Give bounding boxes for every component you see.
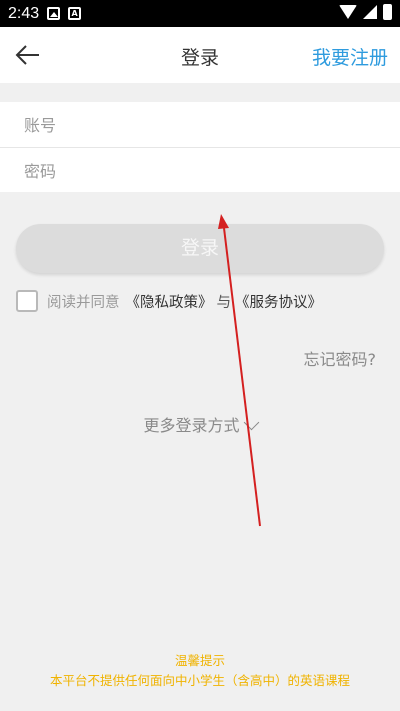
account-field: [0, 102, 400, 148]
battery-icon: [383, 4, 392, 20]
image-notification-icon: [47, 7, 61, 20]
service-agreement-link[interactable]: 《服务协议》: [235, 291, 322, 312]
agreement-row: 阅读并同意 《隐私政策》 与 《服务协议》: [16, 290, 322, 312]
status-time: 2:43: [8, 4, 40, 22]
chevron-down-icon: [243, 414, 259, 431]
more-login-label: 更多登录方式: [143, 416, 240, 435]
signal-icon: [363, 5, 377, 19]
password-input[interactable]: [22, 148, 366, 194]
forgot-password-link[interactable]: 忘记密码?: [304, 346, 377, 370]
status-bar: 2:43 A: [0, 0, 400, 27]
agree-checkbox[interactable]: [16, 290, 38, 312]
login-button[interactable]: 登录: [16, 224, 384, 273]
wifi-icon: [339, 5, 357, 19]
account-input[interactable]: [22, 102, 366, 148]
privacy-policy-link[interactable]: 《隐私政策》: [126, 291, 213, 312]
register-link[interactable]: 我要注册: [312, 43, 388, 70]
tips-message: 本平台不提供任何面向中小学生（含高中）的英语课程: [49, 673, 350, 688]
agreement-and-text: 与: [216, 294, 232, 311]
login-form: [0, 102, 400, 194]
agreement-text: 阅读并同意: [47, 294, 120, 311]
top-bar: 登录 我要注册: [0, 27, 400, 83]
app-notification-icon: A: [68, 7, 82, 20]
tips-title: 温馨提示: [174, 653, 225, 668]
more-login-options[interactable]: 更多登录方式: [0, 412, 400, 436]
password-field: [0, 148, 400, 194]
tips-section: 温馨提示 本平台不提供任何面向中小学生（含高中）的英语课程: [0, 651, 400, 691]
